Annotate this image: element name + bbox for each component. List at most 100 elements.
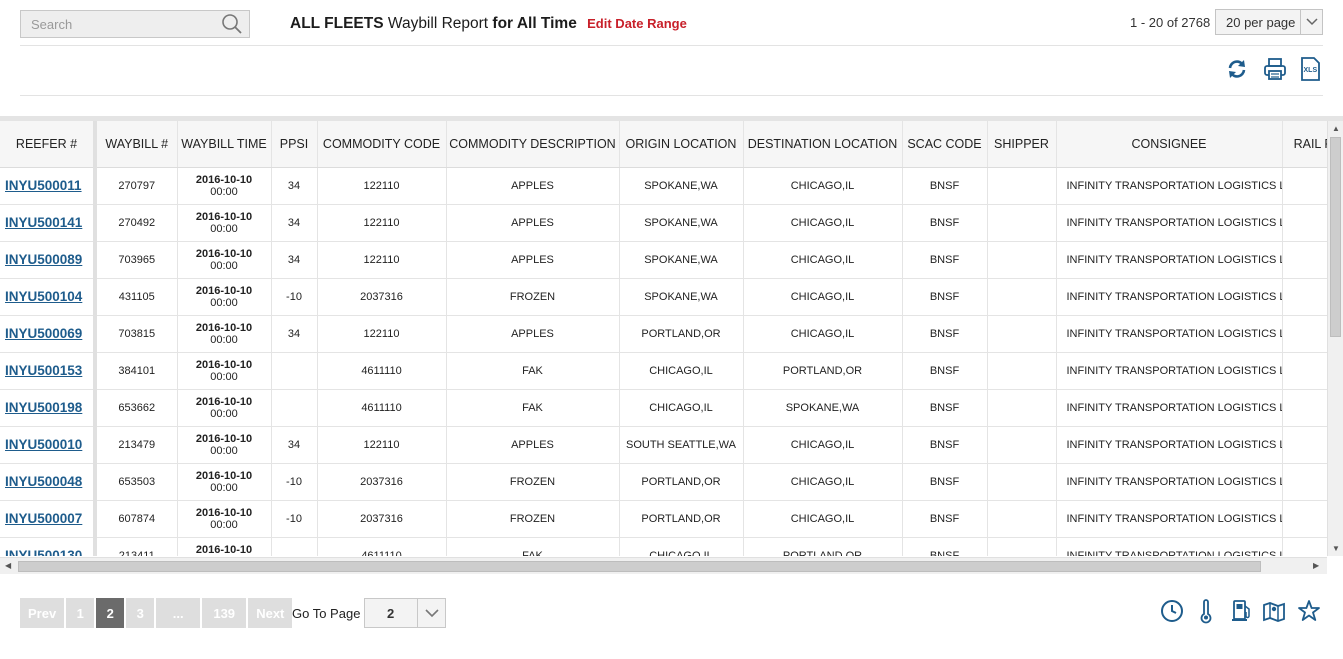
reefer-link[interactable]: INYU500153 (5, 363, 82, 378)
column-header[interactable]: PPSI (271, 121, 318, 168)
waybill-time: 00:00 (210, 370, 238, 383)
reefer-link[interactable]: INYU500007 (5, 511, 82, 526)
refresh-icon[interactable] (1224, 56, 1250, 82)
waybill-table-viewport[interactable]: REEFER # WAYBILL # WAYBILL TIME PPSI COMMODI… (0, 121, 1327, 556)
table-row[interactable]: INYU500010 213479 2016-10-10 00:00 34 122110 A… (0, 426, 1327, 464)
page-button[interactable]: 139 (202, 598, 247, 628)
consignee-cell: INFINITY TRANSPORTATION LOGISTICS L (1056, 537, 1283, 556)
destination-location-cell: SPOKANE,WA (743, 389, 903, 427)
commodity-description-cell: FROZEN (446, 500, 620, 538)
reefer-link[interactable]: INYU500198 (5, 400, 82, 415)
reefer-cell: INYU500089 (0, 241, 97, 279)
column-header[interactable]: COMMODITY DESCRIPTION (446, 121, 620, 168)
table-row[interactable]: INYU500198 653662 2016-10-10 00:00 4611110 FA… (0, 389, 1327, 427)
chevron-down-icon[interactable] (417, 599, 445, 627)
map-icon[interactable] (1261, 598, 1287, 624)
column-header[interactable]: RAIL R (1282, 121, 1327, 168)
shipper-cell (987, 167, 1057, 205)
fuel-pump-icon[interactable] (1228, 598, 1254, 624)
edit-date-range-link[interactable]: Edit Date Range (587, 16, 687, 31)
column-header[interactable]: REEFER # (0, 121, 97, 168)
scroll-right-icon[interactable]: ▶ (1313, 561, 1319, 570)
table-row[interactable]: INYU500153 384101 2016-10-10 00:00 4611110 FA… (0, 352, 1327, 390)
chevron-down-icon[interactable] (1300, 10, 1322, 34)
ppsi-cell: -10 (271, 278, 318, 316)
reefer-link[interactable]: INYU500048 (5, 474, 82, 489)
column-header[interactable]: ORIGIN LOCATION (619, 121, 744, 168)
xls-export-icon[interactable]: XLS (1297, 56, 1323, 82)
column-header[interactable]: SHIPPER (987, 121, 1057, 168)
goto-page-select[interactable]: 2 (364, 598, 446, 628)
scac-code-cell: BNSF (902, 389, 988, 427)
destination-location-cell: CHICAGO,IL (743, 315, 903, 353)
column-header[interactable]: WAYBILL TIME (177, 121, 272, 168)
ppsi-cell (271, 389, 318, 427)
clock-icon[interactable] (1159, 598, 1185, 624)
rail-cell (1282, 426, 1327, 464)
reefer-cell: INYU500104 (0, 278, 97, 316)
reefer-link[interactable]: INYU500010 (5, 437, 82, 452)
reefer-link[interactable]: INYU500104 (5, 289, 82, 304)
column-header[interactable]: DESTINATION LOCATION (743, 121, 903, 168)
waybill-time: 00:00 (180, 556, 269, 557)
ppsi-cell: -10 (271, 463, 318, 501)
reefer-link[interactable]: INYU500011 (5, 178, 82, 193)
table-row[interactable]: INYU500104 431105 2016-10-10 00:00 -10 203731… (0, 278, 1327, 316)
page-button[interactable]: 1 (66, 598, 95, 628)
consignee-cell: INFINITY TRANSPORTATION LOGISTICS L (1056, 315, 1283, 353)
table-row[interactable]: INYU500089 703965 2016-10-10 00:00 34 122110 A… (0, 241, 1327, 279)
print-icon[interactable] (1262, 56, 1288, 82)
table-row[interactable]: INYU500048 653503 2016-10-10 00:00 -10 203731… (0, 463, 1327, 501)
next-page-button[interactable]: Next (248, 598, 293, 628)
horizontal-scroll-thumb[interactable] (18, 561, 1261, 572)
star-icon[interactable] (1296, 598, 1322, 624)
page-button[interactable]: 3 (126, 598, 155, 628)
table-row[interactable]: INYU500011 270797 2016-10-10 00:00 34 122110 A… (0, 167, 1327, 205)
scroll-down-icon[interactable]: ▼ (1332, 544, 1340, 553)
horizontal-scrollbar[interactable]: ◀ ▶ (0, 557, 1327, 574)
waybill-number-cell: 384101 (95, 352, 178, 390)
commodity-code-cell: 2037316 (317, 278, 447, 316)
waybill-time: 00:00 (210, 481, 238, 494)
column-header[interactable]: SCAC CODE (902, 121, 988, 168)
page-button[interactable]: 2 (96, 598, 125, 628)
vertical-scrollbar[interactable]: ▲ ▼ (1327, 121, 1343, 556)
reefer-cell: INYU500069 (0, 315, 97, 353)
origin-location-cell: SOUTH SEATTLE,WA (619, 426, 744, 464)
scroll-up-icon[interactable]: ▲ (1332, 124, 1340, 133)
table-header-row: REEFER # WAYBILL # WAYBILL TIME PPSI COMMODI… (0, 121, 1327, 168)
column-header[interactable]: CONSIGNEE (1056, 121, 1283, 168)
reefer-link[interactable]: INYU500069 (5, 326, 82, 341)
search-icon[interactable] (221, 13, 243, 35)
thermometer-icon[interactable] (1193, 598, 1219, 624)
table-row[interactable]: INYU500141 270492 2016-10-10 00:00 34 122110 A… (0, 204, 1327, 242)
shipper-cell (987, 278, 1057, 316)
search-input[interactable] (21, 11, 211, 37)
column-header[interactable]: WAYBILL # (95, 121, 178, 168)
column-header[interactable]: COMMODITY CODE (317, 121, 447, 168)
reefer-cell: INYU500010 (0, 426, 97, 464)
table-row[interactable]: INYU500007 607874 2016-10-10 00:00 -10 203731… (0, 500, 1327, 538)
scroll-left-icon[interactable]: ◀ (5, 561, 11, 570)
waybill-time-cell: 2016-10-1000:00 (177, 463, 272, 501)
shipper-cell (987, 315, 1057, 353)
consignee-cell: INFINITY TRANSPORTATION LOGISTICS L (1056, 241, 1283, 279)
reefer-link[interactable]: INYU500130 (5, 548, 82, 556)
destination-location-cell: CHICAGO,IL (743, 463, 903, 501)
search-box[interactable] (20, 10, 250, 38)
table-row[interactable]: INYU500069 703815 2016-10-10 00:00 34 122110 A… (0, 315, 1327, 353)
scac-code-cell: BNSF (902, 241, 988, 279)
origin-location-cell: PORTLAND,OR (619, 315, 744, 353)
waybill-number-cell: 607874 (95, 500, 178, 538)
prev-page-button[interactable]: Prev (20, 598, 65, 628)
consignee-cell: INFINITY TRANSPORTATION LOGISTICS L (1056, 463, 1283, 501)
per-page-select[interactable]: 20 per page (1215, 9, 1323, 35)
reefer-link[interactable]: INYU500089 (5, 252, 82, 267)
vertical-scroll-thumb[interactable] (1330, 137, 1341, 337)
scac-code-cell: BNSF (902, 463, 988, 501)
ppsi-cell: -10 (271, 500, 318, 538)
consignee-cell: INFINITY TRANSPORTATION LOGISTICS L (1056, 278, 1283, 316)
reefer-link[interactable]: INYU500141 (5, 215, 82, 230)
table-row[interactable]: INYU5001302134112016-10-1000:004611110FA… (0, 537, 1327, 556)
page-button[interactable]: ... (156, 598, 201, 628)
